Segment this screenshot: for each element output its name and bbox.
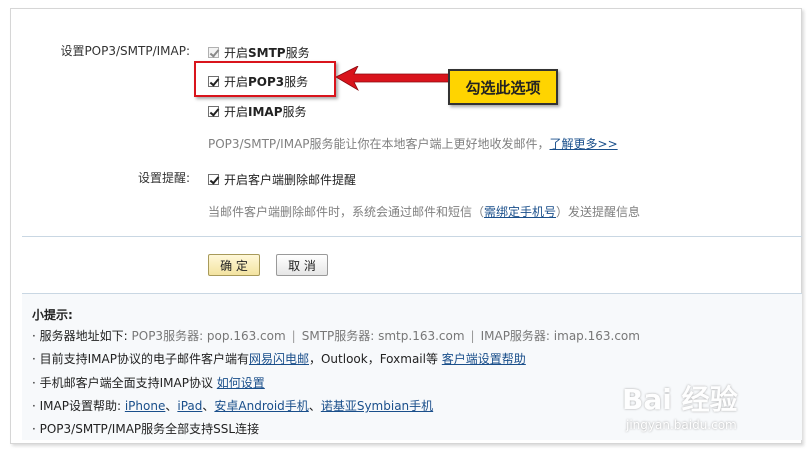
bind-phone-link[interactable]: 需绑定手机号 xyxy=(484,205,556,219)
baidu-jingyan-watermark: Bai 经验 xyxy=(622,383,738,416)
tip-mobile-prefix: · 手机邮客户端全面支持IMAP协议 xyxy=(32,376,213,390)
tip-mobile: · 手机邮客户端全面支持IMAP协议 如何设置 xyxy=(32,374,265,391)
help-separator: 、 xyxy=(308,399,321,413)
cancel-button[interactable]: 取 消 xyxy=(276,254,328,276)
reminder-hint: 当邮件客户端删除邮件时，系统会通过邮件和短信（需绑定手机号）发送提醒信息 xyxy=(208,203,640,220)
tip-clients-mid: ，Outlook，Foxmail等 xyxy=(308,352,438,366)
tip-imap-help-prefix: · IMAP设置帮助: xyxy=(32,399,122,413)
mailmaster-link[interactable]: 网易闪电邮 xyxy=(249,352,309,366)
annotation-callout: 勾选此选项 xyxy=(448,69,558,105)
tips-title: 小提示: xyxy=(32,308,73,322)
smtp-checkbox[interactable] xyxy=(208,47,219,58)
arrow-left-icon xyxy=(336,66,451,92)
imap-option-prefix: 开启 xyxy=(224,105,249,119)
iphone-help-link[interactable]: iPhone xyxy=(125,399,166,413)
tip-servers: · 服务器地址如下: POP3服务器: pop.163.com | SMTP服务器:… xyxy=(32,327,640,344)
imap-option-suffix: 服务 xyxy=(282,105,307,119)
help-separator: 、 xyxy=(202,399,215,413)
imap-server: IMAP服务器: imap.163.com xyxy=(480,329,640,343)
pop-smtp-imap-label: 设置POP3/SMTP/IMAP: xyxy=(60,44,190,58)
tip-imap-help: · IMAP设置帮助: iPhone、iPad、安卓Android手机、诺基亚S… xyxy=(32,397,433,414)
how-to-setup-link[interactable]: 如何设置 xyxy=(217,376,265,390)
settings-hint-text: POP3/SMTP/IMAP服务能让你在本地客户端上更好地收发邮件， xyxy=(208,137,550,151)
tip-servers-prefix: · 服务器地址如下: xyxy=(32,329,128,343)
delete-reminder-checkbox[interactable] xyxy=(208,174,219,185)
delete-reminder-option[interactable]: 开启客户端删除邮件提醒 xyxy=(208,171,356,188)
reminder-hint-suffix: ）发送提醒信息 xyxy=(556,205,641,219)
pop3-server: POP3服务器: pop.163.com xyxy=(131,329,286,343)
smtp-option-prefix: 开启 xyxy=(224,46,249,60)
reminder-hint-prefix: 当邮件客户端删除邮件时，系统会通过邮件和短信（ xyxy=(208,205,485,219)
watermark-url: jingyan.baidu.com xyxy=(626,418,737,432)
settings-hint: POP3/SMTP/IMAP服务能让你在本地客户端上更好地收发邮件，了解更多>> xyxy=(208,135,618,152)
delete-reminder-text: 开启客户端删除邮件提醒 xyxy=(224,173,357,187)
tip-ssl: · POP3/SMTP/IMAP服务全部支持SSL连接 xyxy=(32,422,260,436)
reminder-label: 设置提醒: xyxy=(137,171,190,185)
smtp-server: SMTP服务器: smtp.163.com xyxy=(301,329,465,343)
smtp-option-suffix: 服务 xyxy=(285,46,310,60)
pop3-highlight-box xyxy=(194,61,336,97)
separator: | xyxy=(291,329,296,343)
imap-option-bold: IMAP xyxy=(248,104,283,119)
smtp-option-bold: SMTP xyxy=(248,45,286,60)
help-separator: 、 xyxy=(165,399,178,413)
imap-checkbox[interactable] xyxy=(208,106,219,117)
symbian-help-link[interactable]: 诺基亚Symbian手机 xyxy=(321,399,433,413)
learn-more-link[interactable]: 了解更多>> xyxy=(550,137,618,151)
tip-clients: · 目前支持IMAP协议的电子邮件客户端有网易闪电邮，Outlook，Foxma… xyxy=(32,350,526,367)
separator: | xyxy=(470,329,475,343)
divider xyxy=(22,236,802,237)
smtp-option[interactable]: 开启 SMTP 服务 xyxy=(208,44,310,61)
ipad-help-link[interactable]: iPad xyxy=(177,399,202,413)
tip-clients-prefix: · 目前支持IMAP协议的电子邮件客户端有 xyxy=(32,352,249,366)
client-help-link[interactable]: 客户端设置帮助 xyxy=(442,352,526,366)
android-help-link[interactable]: 安卓Android手机 xyxy=(214,399,308,413)
confirm-button[interactable]: 确 定 xyxy=(208,254,260,276)
imap-option[interactable]: 开启 IMAP 服务 xyxy=(208,103,307,120)
